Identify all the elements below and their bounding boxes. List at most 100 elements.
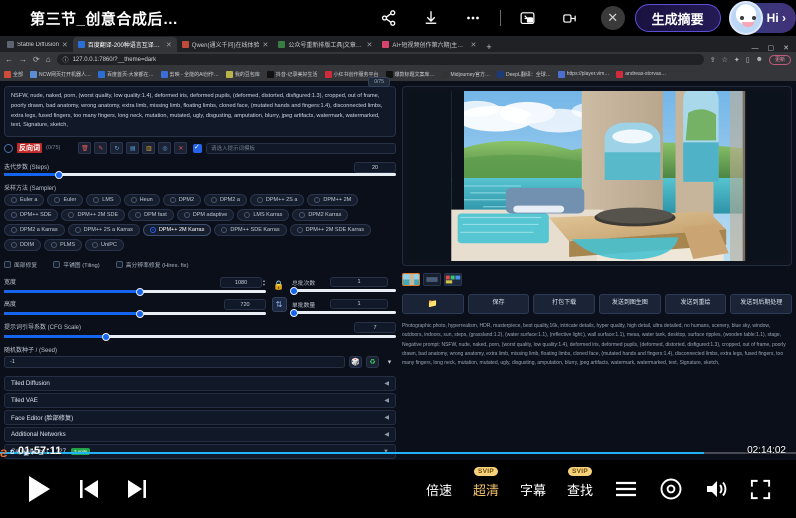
- send-to-extras-button[interactable]: 发送到后期处理: [730, 294, 792, 314]
- trash-icon[interactable]: 🗑: [78, 142, 91, 154]
- video-progress-bar[interactable]: [0, 452, 796, 454]
- sampler-option-selected[interactable]: DPM++ 2M Karras: [143, 224, 212, 236]
- flag-icon[interactable]: ⚑: [31, 450, 36, 457]
- new-tab-button[interactable]: +: [481, 42, 496, 52]
- height-value[interactable]: 720: [224, 299, 266, 310]
- lock-icon[interactable]: 🔒: [273, 280, 284, 291]
- list-icon[interactable]: ☰: [38, 450, 43, 457]
- sampler-option[interactable]: DPM fast: [128, 209, 174, 221]
- open-folder-button[interactable]: 📁: [402, 294, 464, 314]
- generated-image[interactable]: [407, 91, 787, 261]
- tab-close-icon[interactable]: ✕: [62, 41, 68, 49]
- card-icon[interactable]: ◎: [158, 142, 171, 154]
- more-icon[interactable]: [452, 0, 494, 36]
- sampler-option[interactable]: DPM++ 2M: [307, 194, 358, 206]
- style-checkbox[interactable]: [193, 144, 202, 153]
- picture-in-picture-icon[interactable]: [507, 0, 549, 36]
- share-page-icon[interactable]: ⇪: [710, 56, 716, 64]
- face-editor-accordion[interactable]: Face Editor (脸部修复) ◀: [4, 410, 396, 425]
- sampler-option[interactable]: DPM++ 2S a Karras: [68, 224, 140, 236]
- note-icon[interactable]: ✎: [16, 450, 21, 457]
- sampler-option[interactable]: DPM++ SDE Karras: [214, 224, 286, 236]
- thumbnail-item-selected[interactable]: [402, 273, 420, 286]
- steps-slider[interactable]: [4, 173, 396, 176]
- swap-dimensions-button[interactable]: ⇅: [272, 297, 287, 312]
- save-icon[interactable]: ▤: [126, 142, 139, 154]
- sampler-option[interactable]: DPM2 a: [204, 194, 247, 206]
- sampler-option[interactable]: Heun: [124, 194, 160, 206]
- generate-summary-button[interactable]: 生成摘要: [635, 4, 721, 32]
- close-window-button[interactable]: ✕: [783, 44, 789, 52]
- play-icon[interactable]: [26, 474, 52, 504]
- sampler-option[interactable]: DPM++ 2M SDE: [61, 209, 125, 221]
- fullscreen-icon[interactable]: [749, 478, 772, 501]
- sampler-option[interactable]: DPM++ 2S a: [250, 194, 305, 206]
- steps-slider-knob[interactable]: [55, 171, 63, 179]
- download-icon[interactable]: [410, 0, 452, 36]
- cfg-value[interactable]: 7: [354, 322, 396, 333]
- browser-tab[interactable]: Qwen(通义千问)在线体验 ✕: [177, 37, 274, 52]
- batch-size-value[interactable]: 1: [330, 299, 388, 309]
- batch-count-knob[interactable]: [290, 287, 298, 295]
- additional-networks-accordion[interactable]: Additional Networks ◀: [4, 427, 396, 442]
- save-button[interactable]: 保存: [468, 294, 530, 314]
- batch-size-knob[interactable]: [290, 309, 298, 317]
- random-seed-icon[interactable]: 🎲: [349, 356, 362, 368]
- sampler-option[interactable]: DPM2 a Karras: [4, 224, 65, 236]
- steps-value[interactable]: 20: [354, 162, 396, 173]
- back-icon[interactable]: ←: [5, 55, 13, 64]
- next-icon[interactable]: [126, 477, 148, 501]
- tab-close-icon[interactable]: ✕: [470, 41, 476, 49]
- user-profile-button[interactable]: Hi ›: [729, 3, 796, 33]
- settings-icon[interactable]: [659, 477, 683, 501]
- bookmark-item[interactable]: 我的豆包库: [226, 71, 260, 78]
- sampler-option[interactable]: PLMS: [44, 239, 82, 251]
- thumbnail-item[interactable]: [423, 273, 441, 286]
- sampler-option[interactable]: LMS Karras: [237, 209, 289, 221]
- search-button[interactable]: SVIP 查找: [567, 480, 593, 499]
- bookmark-item[interactable]: 全部: [4, 71, 23, 78]
- bookmark-item[interactable]: https://player.vim…: [558, 71, 610, 78]
- subtitle-button[interactable]: 字幕: [520, 480, 546, 499]
- width-stepper[interactable]: ▲▼: [262, 279, 266, 287]
- tiling-checkbox[interactable]: 平铺图 (Tiling): [53, 260, 100, 269]
- sampler-option[interactable]: DPM2 Karras: [292, 209, 348, 221]
- extensions-icon[interactable]: ✦: [734, 56, 740, 64]
- forward-icon[interactable]: →: [19, 55, 27, 64]
- seed-input[interactable]: -1: [4, 356, 345, 368]
- tab-close-icon[interactable]: ✕: [166, 41, 172, 49]
- bookmark-item[interactable]: 百度首页-大家都在…: [98, 71, 154, 78]
- refresh-icon[interactable]: ↻: [110, 142, 123, 154]
- site-info-icon[interactable]: ⓘ: [63, 55, 69, 64]
- height-slider[interactable]: [4, 312, 266, 315]
- height-slider-knob[interactable]: [136, 310, 144, 318]
- sampler-option[interactable]: LMS: [86, 194, 120, 206]
- home-icon[interactable]: ⌂: [46, 55, 51, 64]
- paste-icon[interactable]: ▥: [142, 142, 155, 154]
- tiled-vae-accordion[interactable]: Tiled VAE ◀: [4, 393, 396, 408]
- browser-tab[interactable]: 公众号重新排版工具|文章编辑器|… ✕: [273, 37, 377, 52]
- seed-extra-chevron-icon[interactable]: ▾: [383, 356, 396, 368]
- zip-download-button[interactable]: 打包下载: [533, 294, 595, 314]
- bookmark-item[interactable]: Midjourney官方…: [442, 71, 490, 78]
- playlist-icon[interactable]: [614, 479, 638, 499]
- tiled-diffusion-accordion[interactable]: Tiled Diffusion ◀: [4, 376, 396, 391]
- sampler-option[interactable]: Euler: [47, 194, 83, 206]
- previous-icon[interactable]: [78, 477, 100, 501]
- update-pill[interactable]: 更新: [769, 55, 791, 65]
- tab-close-icon[interactable]: ✕: [262, 41, 268, 49]
- sampler-option[interactable]: Euler a: [4, 194, 44, 206]
- maximize-button[interactable]: ▢: [768, 44, 775, 52]
- width-slider-knob[interactable]: [136, 288, 144, 296]
- bookmark-icon[interactable]: ▣: [23, 450, 29, 457]
- clip-icon[interactable]: [549, 0, 591, 36]
- playback-speed-button[interactable]: 倍速: [426, 480, 452, 499]
- crop-icon[interactable]: ⧉: [10, 450, 14, 457]
- bookmark-item[interactable]: 爆款标题文案库…: [386, 71, 435, 78]
- bookmark-item[interactable]: 剪映 - 全能的AI创作…: [161, 71, 219, 78]
- batch-count-slider[interactable]: [292, 289, 396, 292]
- volume-icon[interactable]: [704, 478, 728, 500]
- restore-faces-checkbox[interactable]: 面部修复: [4, 260, 37, 269]
- reload-icon[interactable]: ⟳: [33, 55, 40, 64]
- style-dropdown[interactable]: 请选入提示词模板: [206, 143, 396, 154]
